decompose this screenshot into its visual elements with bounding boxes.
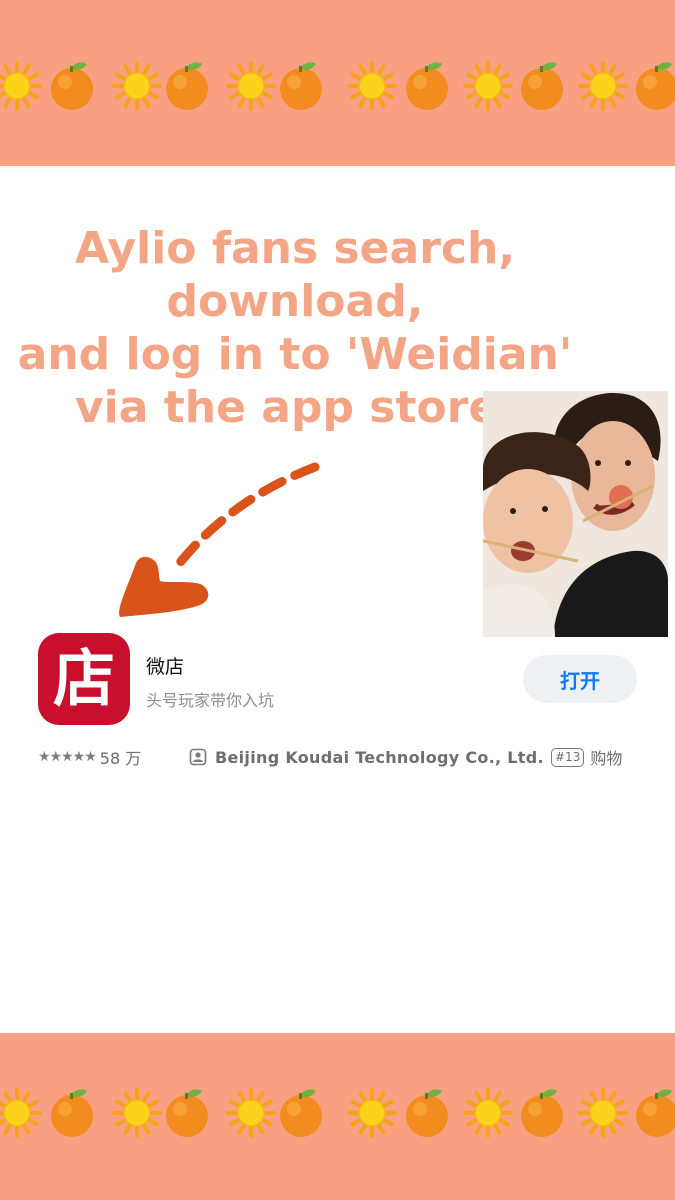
sun-icon (578, 1085, 628, 1141)
app-name[interactable]: 微店 (146, 652, 184, 679)
orange-icon (402, 1085, 452, 1141)
sun-icon (0, 58, 42, 114)
sun-icon (463, 58, 513, 114)
category[interactable]: #13 购物 (551, 745, 622, 769)
developer[interactable]: Beijing Koudai Technology Co., Ltd. (189, 745, 544, 769)
headline-line-3: and log in to 'Weidian' (17, 329, 573, 380)
orange-icon (276, 1085, 326, 1141)
developer-person-icon (189, 748, 207, 766)
orange-icon (47, 58, 97, 114)
sun-icon (463, 1085, 513, 1141)
orange-icon (162, 1085, 212, 1141)
open-button[interactable]: 打开 (523, 655, 637, 703)
sun-icon (0, 1085, 42, 1141)
emoji-row (0, 1085, 675, 1145)
orange-icon (402, 58, 452, 114)
rank-badge: #13 (551, 747, 585, 767)
orange-icon (162, 58, 212, 114)
sun-icon (226, 1085, 276, 1141)
fan-photo (483, 391, 668, 637)
top-banner (0, 0, 675, 166)
orange-icon (632, 58, 675, 114)
app-subtitle: 头号玩家带你入坑 (146, 691, 275, 710)
headline-line-2: download, (166, 276, 424, 327)
sun-icon (578, 58, 628, 114)
developer-name: Beijing Koudai Technology Co., Ltd. (215, 747, 544, 767)
dashed-arrow-icon (119, 462, 320, 617)
rating: ★★★★★ 58 万 (38, 745, 141, 769)
sun-icon (347, 1085, 397, 1141)
bottom-banner (0, 1033, 675, 1200)
category-name: 购物 (590, 749, 623, 768)
app-icon[interactable]: 店 (38, 633, 130, 725)
sun-icon (112, 58, 162, 114)
sun-icon (112, 1085, 162, 1141)
headline-line-1: Aylio fans search, (74, 223, 516, 274)
app-icon-glyph: 店 (52, 642, 115, 715)
rating-stars-icon: ★★★★★ (38, 749, 97, 765)
orange-icon (517, 58, 567, 114)
orange-icon (47, 1085, 97, 1141)
orange-icon (276, 58, 326, 114)
orange-icon (632, 1085, 675, 1141)
rating-count: 58 万 (99, 749, 142, 768)
sun-icon (347, 58, 397, 114)
sun-icon (226, 58, 276, 114)
orange-icon (517, 1085, 567, 1141)
emoji-row (0, 58, 675, 118)
